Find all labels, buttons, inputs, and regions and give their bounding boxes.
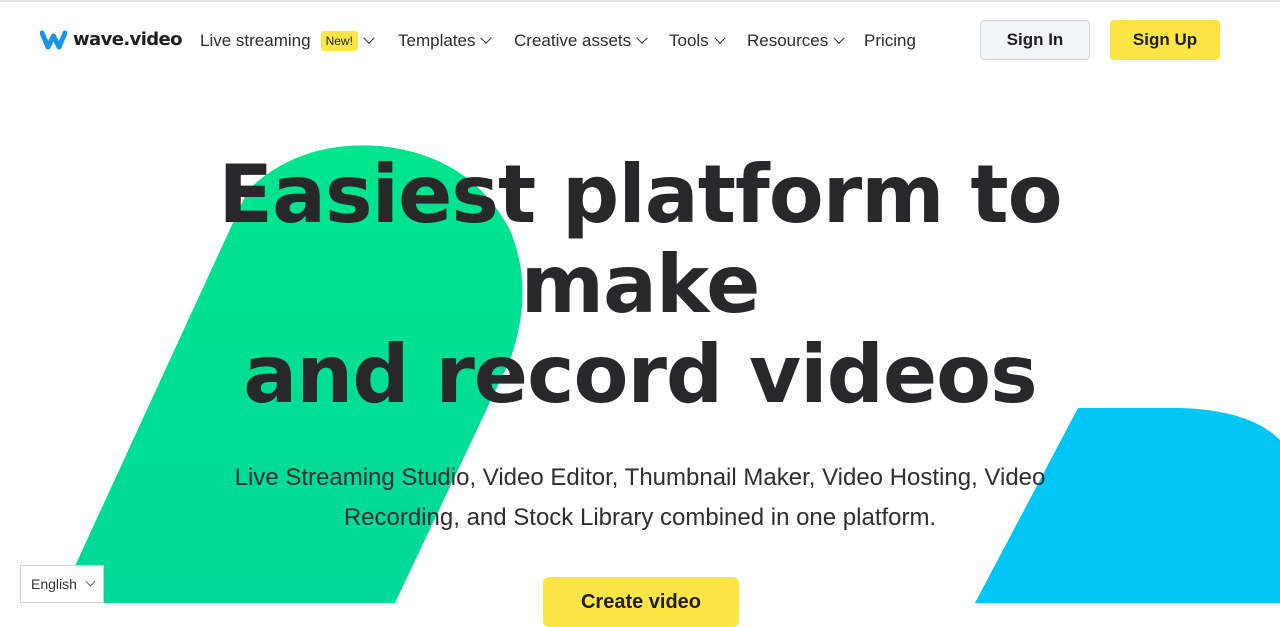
nav-pricing[interactable]: Pricing: [864, 31, 916, 51]
wave-logo-icon: [40, 30, 67, 49]
sign-in-button[interactable]: Sign In: [980, 20, 1090, 60]
logo[interactable]: wave.video: [40, 29, 183, 50]
nav-creative-assets[interactable]: Creative assets: [514, 31, 669, 51]
nav-label: Live streaming: [200, 31, 311, 50]
nav-label: Pricing: [864, 31, 916, 50]
main-nav: Live streaming New! Templates Creative a…: [200, 29, 916, 53]
chevron-down-icon: [480, 32, 493, 44]
nav-live-streaming[interactable]: Live streaming New!: [200, 31, 398, 51]
chevron-down-icon: [833, 32, 845, 44]
nav-label: Templates: [398, 31, 476, 50]
hero-title-line: make: [520, 238, 761, 331]
chevron-down-icon: [363, 32, 375, 44]
chevron-down-icon: [636, 32, 648, 44]
hero-title: Easiest platform to make and record vide…: [140, 150, 1140, 420]
logo-text: wave.video: [73, 29, 183, 50]
sign-up-button[interactable]: Sign Up: [1110, 20, 1220, 60]
create-video-button[interactable]: Create video: [543, 577, 739, 627]
chevron-down-icon: [85, 576, 96, 587]
hero-title-line: and record videos: [243, 328, 1037, 421]
nav-label: Tools: [669, 31, 709, 50]
new-badge: New!: [320, 31, 358, 51]
nav-label: Resources: [747, 31, 829, 50]
site-header: wave.video Live streaming New! Templates…: [0, 2, 1280, 78]
nav-label: Creative assets: [514, 31, 632, 50]
nav-tools[interactable]: Tools: [669, 31, 747, 51]
hero-subtitle: Live Streaming Studio, Video Editor, Thu…: [234, 464, 1046, 531]
nav-templates[interactable]: Templates: [398, 31, 514, 51]
hero-title-line: Easiest platform to: [218, 148, 1062, 241]
nav-resources[interactable]: Resources: [747, 31, 864, 51]
language-value: English: [31, 576, 77, 592]
cta-label: Create video: [580, 591, 702, 613]
chevron-down-icon: [714, 32, 726, 44]
language-selector[interactable]: English: [20, 565, 104, 603]
